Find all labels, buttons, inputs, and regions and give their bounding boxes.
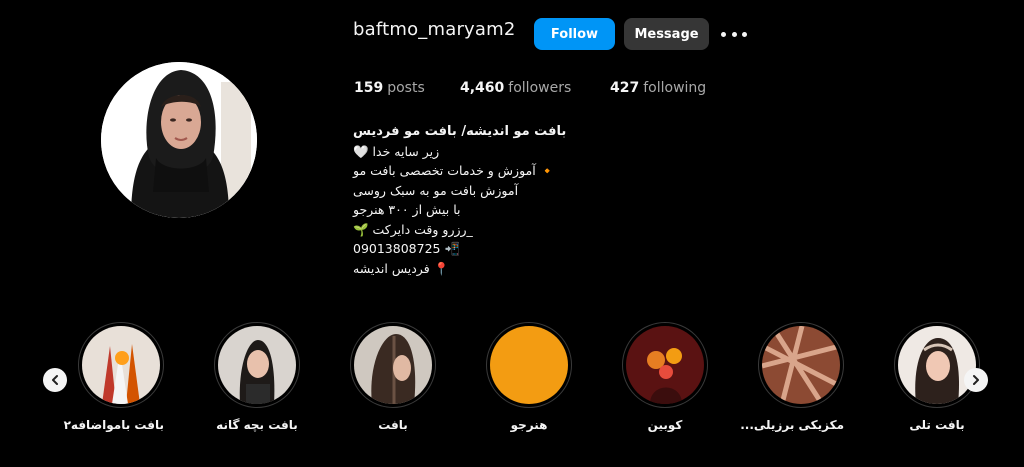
posts-count: 159 (354, 80, 384, 96)
follow-button[interactable]: Follow (534, 18, 615, 50)
story-highlight[interactable]: مکزیکی برزیلی... (740, 322, 844, 432)
highlight-ring[interactable] (894, 322, 980, 408)
chevron-right-icon[interactable] (964, 368, 988, 392)
highlight-label: مکزیکی برزیلی... (740, 418, 844, 432)
bio-location: 📍 فردیس اندیشه (353, 260, 450, 276)
highlight-label: کوبین (647, 418, 683, 432)
highlight-cover (762, 326, 840, 404)
followers-stat[interactable]: 4,460 followers (460, 80, 571, 96)
highlight-label: بافت (378, 418, 408, 432)
highlight-ring[interactable] (350, 322, 436, 408)
more-options-icon[interactable] (721, 24, 747, 44)
highlight-label: هنرجو (510, 418, 548, 432)
highlight-cover (898, 326, 976, 404)
highlight-ring[interactable] (214, 322, 300, 408)
highlight-cover (218, 326, 296, 404)
bio-line: با بیش از ۳۰۰ هنرجو (353, 202, 461, 217)
bio-name: بافت مو اندیشه/ بافت مو فردیس (353, 124, 567, 139)
highlight-label: بافت تلی (909, 418, 965, 432)
story-highlight[interactable]: بافت (350, 322, 436, 432)
highlight-cover (490, 326, 568, 404)
highlight-label: بافت بچه گانه (216, 418, 298, 432)
message-button[interactable]: Message (624, 18, 709, 50)
story-highlight[interactable]: بافت بچه گانه (214, 322, 300, 432)
following-count: 427 (610, 80, 640, 96)
profile-username: baftmo_maryam2 (353, 19, 516, 40)
bio-line: 🔸 آموزش و خدمات تخصصی بافت مو (353, 163, 556, 178)
bio-phone[interactable]: 09013808725 📲 (353, 239, 593, 259)
highlight-ring[interactable] (486, 322, 572, 408)
chevron-left-icon[interactable] (43, 368, 67, 392)
highlight-ring[interactable] (758, 322, 844, 408)
profile-avatar[interactable] (101, 62, 257, 218)
bio-line: آموزش بافت مو به سبک روسی (353, 182, 519, 198)
posts-label: posts (387, 80, 425, 96)
profile-bio: بافت مو اندیشه/ بافت مو فردیس زیر سایه خ… (353, 122, 593, 278)
followers-count: 4,460 (460, 80, 505, 96)
bio-line: _رزرو وقت دایرکت 🌱 (353, 221, 473, 237)
story-highlight[interactable]: کوبین (622, 322, 708, 432)
highlight-cover (82, 326, 160, 404)
posts-stat: 159 posts (354, 80, 425, 96)
bio-line: زیر سایه خدا 🤍 (353, 143, 440, 159)
following-label: following (643, 80, 707, 96)
followers-label: followers (508, 80, 572, 96)
following-stat[interactable]: 427 following (610, 80, 706, 96)
highlight-label: بافت بامواضافه۲ (63, 418, 164, 432)
highlight-ring[interactable] (78, 322, 164, 408)
story-highlight[interactable]: هنرجو (486, 322, 572, 432)
highlight-cover (354, 326, 432, 404)
story-highlight[interactable]: بافت بامواضافه۲ (63, 322, 164, 432)
highlight-cover (626, 326, 704, 404)
highlight-ring[interactable] (622, 322, 708, 408)
